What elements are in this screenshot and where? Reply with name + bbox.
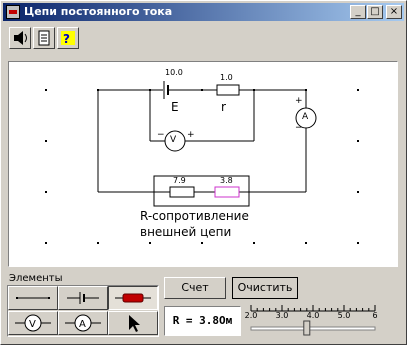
wire-element-button[interactable] <box>8 286 58 310</box>
slider-scale <box>250 305 376 336</box>
close-button[interactable]: × <box>386 5 402 19</box>
internal-resistor-label: r <box>221 100 226 114</box>
elements-label: Элементы <box>9 273 63 284</box>
slider-tick-label: 2.0 <box>244 311 258 320</box>
battery-value: 10.0 <box>165 68 183 77</box>
ammeter-icon: A <box>65 314 101 332</box>
wire-icon <box>16 297 50 299</box>
elements-palette: V A <box>7 285 159 337</box>
document-tool-button[interactable] <box>33 27 55 49</box>
external-resistor-2-value: 3.8 <box>220 176 233 185</box>
help-tool-button[interactable]: ? <box>57 27 79 49</box>
external-resistor-2[interactable] <box>214 186 240 198</box>
battery-label: E <box>171 100 179 114</box>
count-button[interactable]: Счет <box>164 277 226 299</box>
minimize-button[interactable]: _ <box>350 5 366 19</box>
slider-tick-label: 6 <box>372 311 378 320</box>
ammeter-minus: − <box>295 123 303 133</box>
wires <box>97 89 307 193</box>
circuit-canvas[interactable]: 10.0 E 1.0 r V − + A + − 7.9 3.8 R-сопро… <box>8 61 398 267</box>
document-icon <box>38 30 50 46</box>
voltmeter-element-button[interactable]: V <box>8 311 58 335</box>
window-title: Цепи постоянного тока <box>24 5 173 18</box>
title-bar[interactable]: Цепи постоянного тока _ □ × <box>3 3 404 21</box>
toolbar: ? <box>3 23 404 53</box>
slider-tick-label: 5.0 <box>337 311 351 320</box>
slider-thumb[interactable] <box>303 320 311 336</box>
battery-symbol[interactable] <box>163 81 169 99</box>
battery-icon <box>67 292 99 304</box>
internal-resistor[interactable] <box>216 84 240 96</box>
voltmeter-glyph: V <box>29 319 36 330</box>
main-window: Цепи постоянного тока _ □ × ? 10.0 E 1.0… <box>0 0 407 345</box>
sound-tool-button[interactable] <box>9 27 31 49</box>
internal-resistor-value: 1.0 <box>220 73 233 82</box>
slider-tick-label: 4.0 <box>306 311 320 320</box>
external-resistor-1[interactable] <box>169 186 195 198</box>
voltmeter-plus: + <box>187 130 195 140</box>
resistance-slider[interactable]: 2.0 3.0 4.0 5.0 6 <box>245 303 380 337</box>
speaker-icon <box>14 31 27 45</box>
ammeter-label: A <box>302 112 309 122</box>
maximize-button[interactable]: □ <box>367 5 383 19</box>
ammeter-element-button[interactable]: A <box>58 311 108 335</box>
caption-line-2: внешней цепи <box>140 225 232 239</box>
resistor-element-button[interactable] <box>108 286 158 310</box>
clear-button[interactable]: Очистить <box>232 277 298 299</box>
voltmeter-minus: − <box>157 130 165 140</box>
slider-track[interactable] <box>250 326 376 331</box>
resistor-icon <box>115 293 151 303</box>
pointer-arrow-icon <box>129 315 140 332</box>
resistance-readout: R = 3.8Ом <box>164 306 241 336</box>
pointer-element-button[interactable] <box>108 311 158 335</box>
app-icon[interactable] <box>6 5 20 19</box>
voltmeter-icon: V <box>15 314 51 332</box>
external-resistor-1-value: 7.9 <box>173 176 186 185</box>
caption-line-1: R-сопротивление <box>140 209 249 223</box>
ammeter-plus: + <box>295 96 303 106</box>
voltmeter-label: V <box>170 135 177 145</box>
battery-element-button[interactable] <box>58 286 108 310</box>
slider-tick-label: 3.0 <box>275 311 289 320</box>
ammeter-glyph: A <box>79 319 86 330</box>
help-icon: ? <box>61 31 75 46</box>
help-glyph: ? <box>63 32 70 46</box>
